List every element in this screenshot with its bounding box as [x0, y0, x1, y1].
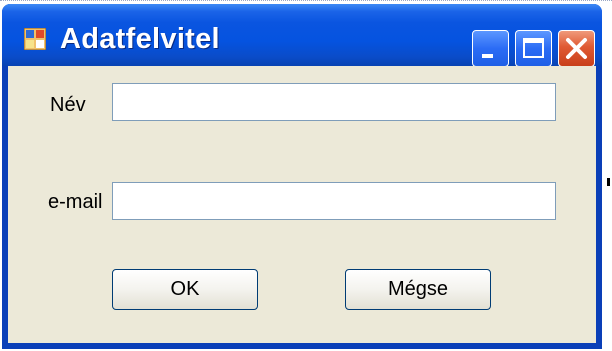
edge-marker — [607, 178, 610, 186]
maximize-icon — [523, 38, 544, 58]
window-title: Adatfelvitel — [60, 23, 220, 55]
minimize-button[interactable] — [472, 30, 509, 67]
email-label: e-mail — [48, 191, 103, 213]
dialog-client-area: Név e-mail OK Mégse — [8, 66, 596, 343]
minimize-icon — [482, 54, 493, 58]
name-field[interactable] — [112, 83, 556, 121]
cancel-button[interactable]: Mégse — [345, 269, 491, 310]
dialog-window: Adatfelvitel Név e-mail OK Mégse — [2, 4, 602, 349]
title-bar[interactable]: Adatfelvitel — [2, 4, 602, 67]
close-icon — [566, 38, 587, 59]
app-form-icon[interactable] — [23, 27, 47, 51]
ok-button[interactable]: OK — [112, 269, 258, 310]
email-field[interactable] — [112, 182, 556, 220]
close-button[interactable] — [558, 30, 595, 67]
name-label: Név — [50, 94, 86, 116]
screen-edge-dotted-line — [0, 0, 612, 1]
maximize-button[interactable] — [515, 30, 552, 67]
